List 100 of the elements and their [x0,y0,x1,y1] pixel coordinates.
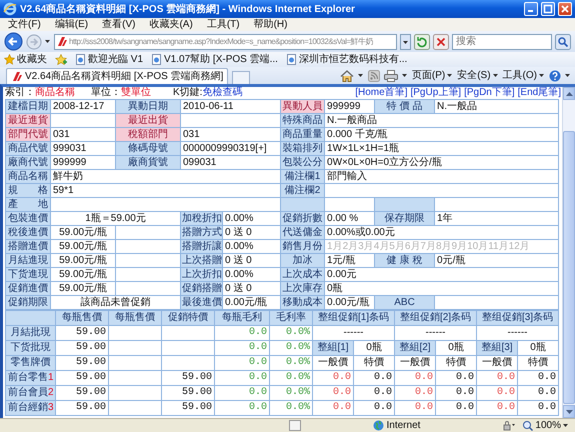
menu-item[interactable]: 查看(V) [102,18,136,31]
minimize-button[interactable] [524,2,538,16]
column-header: 整组促銷[2]条码 [394,310,476,326]
field-label: 上次庫存 [280,282,325,296]
field-value: 59.00元/瓶 [50,240,116,254]
command-menu[interactable]: 工具(O) [502,68,545,83]
group-button[interactable]: 整組[2] [394,340,436,356]
field-value: 0.000 千克/瓶 [324,128,559,142]
unit-label: 單位： [91,87,121,99]
menu-item[interactable]: 工具(T) [206,18,240,31]
command-menu[interactable]: 页面(P) [412,68,454,83]
page-status-icon [288,420,300,431]
field-label: 部門代號 [6,128,50,142]
help-icon[interactable] [549,70,561,82]
table-cell: 0.0 [214,386,270,400]
table-cell: 59.00 [162,400,214,416]
table-cell: 0.0 [214,400,270,416]
field-label: 商品重量 [280,128,325,142]
field-label: 建檔日期 [6,100,50,114]
group-button[interactable]: 整組[3] [476,340,518,356]
dropdown-caret-icon[interactable] [358,74,364,78]
field-label: 異動人員 [280,100,325,114]
column-header: 每瓶售價 [56,310,108,326]
dropdown-caret-icon[interactable] [45,40,51,44]
field-label: 促銷期限 [6,296,50,310]
address-field[interactable]: http://sss2008/tw/sangname/sangname.asp?IndexMode=s_name&position=10032&sVal=鮮牛奶 [54,34,397,50]
table-cell: 0.0 [312,400,354,416]
field-label: 特 價 品 [374,100,435,114]
field-value: 部門輸入 [324,170,559,184]
menu-item[interactable]: 收藏夹(A) [149,18,193,31]
header-corner-cell [6,310,56,326]
field-label: 促銷折數 [280,212,325,226]
scrollbar[interactable] [562,87,575,418]
zoom-button[interactable]: 100% [522,418,569,432]
field-value: 0W×0L×0H=0立方公分/瓶 [324,156,559,170]
scrollbar-thumb[interactable] [563,131,575,404]
table-cell: 59.00 [56,356,108,370]
field-value: 0 送 0 [222,226,281,240]
field-value: 0.00%或0.00元 [324,226,559,240]
column-subheader: 一般價 [394,356,436,370]
field-label: 上次成本 [280,268,325,282]
table-cell: 0.0 [354,386,394,400]
row-header: 月結批現 [6,326,56,340]
nav-link[interactable]: [End尾筆] [518,87,561,99]
favorite-link[interactable]: 歡迎光臨 V1 [88,52,144,67]
field-value: 0.00% [222,212,281,226]
security-icon[interactable] [502,420,516,431]
nav-link[interactable]: [PgUp上筆] [410,87,462,99]
table-cell: 59.00 [162,386,214,400]
nav-link[interactable]: [PgDn下筆] [464,87,515,99]
field-value: 999031 [50,142,116,156]
table-cell: 0.0 [394,386,436,400]
print-icon[interactable] [384,70,398,82]
table-cell: 0.0 [518,370,558,386]
home-icon[interactable] [340,70,354,82]
status-zone: Internet [386,419,420,432]
maximize-button[interactable] [541,2,555,16]
field-label: 廠商貨號 [116,156,180,170]
scroll-up-button[interactable] [563,87,575,100]
scroll-down-button[interactable] [563,405,575,418]
table-cell: 0.0 [354,370,394,386]
dropdown-caret-icon[interactable] [402,74,408,78]
field-label: 健 康 稅 [374,254,435,268]
caret-icon [492,74,499,78]
table-cell: 0.0 [354,400,394,416]
command-menu[interactable]: 安全(S) [457,68,499,83]
field-label: 加冰 [280,254,325,268]
field-label: 上次搭贈 [180,254,222,268]
group-button[interactable]: 整組[1] [312,340,354,356]
menu-item[interactable]: 帮助(H) [254,18,288,31]
favorites-button[interactable]: 收藏夹 [17,52,47,67]
site-logo-icon [11,71,22,82]
field-value: 1W×1L×1H=1瓶 [324,142,559,156]
table-cell: 59.00 [56,340,108,356]
table-cell: 0.0 [476,400,518,416]
address-dropdown-button[interactable] [400,34,411,50]
caret-icon [447,74,454,78]
nav-link[interactable]: [Home首筆] [355,87,408,99]
field-value: 999999 [50,156,116,170]
favorite-link[interactable]: 深圳市恒艺数码科技有... [298,52,408,67]
browser-tab[interactable]: V2.64商品名稱資料明細 [X-POS 雲端商務網] [6,68,228,84]
field-value: 鮮牛奶 [50,170,281,184]
page-icon [151,54,162,65]
search-field[interactable]: 搜索 [452,34,552,50]
row-header: 前台會員2 [6,386,56,400]
close-button[interactable] [558,2,572,16]
search-button[interactable] [555,34,571,50]
dropdown-caret-icon[interactable] [565,74,571,78]
favorite-link[interactable]: V1.07幫助 [X-POS 雲端... [164,52,278,67]
back-button[interactable] [4,32,23,51]
menu-item[interactable]: 文件(F) [8,18,41,31]
row-header: 前台零售1 [6,370,56,386]
field-value: 0 送 0 [222,282,281,296]
field-label: 備注欄1 [280,170,325,184]
index-label: 索引： [5,87,35,99]
menu-item[interactable]: 编辑(E) [54,18,88,31]
close-icon [560,4,570,14]
field-label: 搭贈進價 [6,240,50,254]
add-favorite-icon[interactable] [55,54,67,66]
stop-button[interactable] [433,34,449,50]
